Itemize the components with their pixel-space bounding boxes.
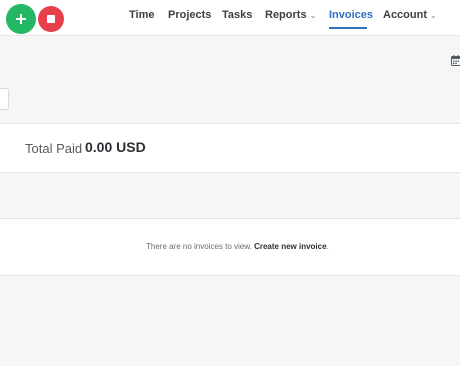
invoice-list-empty-state: There are no invoices to view. Create ne…	[0, 219, 460, 276]
chevron-down-icon: ⌄	[430, 11, 437, 20]
create-invoice-link[interactable]: Create new invoice	[254, 242, 326, 251]
nav-item-tasks[interactable]: Tasks	[222, 9, 252, 21]
total-paid-label: Total Paid	[25, 141, 83, 156]
nav-item-account[interactable]: Account ⌄	[383, 9, 437, 21]
active-tab-indicator	[329, 27, 367, 29]
nav-label: Invoices	[329, 9, 374, 21]
nav-label: Projects	[168, 9, 212, 21]
invoice-filter-row	[0, 173, 460, 219]
total-paid-value: 0.00 USD	[85, 139, 146, 155]
nav-label: Reports	[265, 9, 307, 21]
top-nav-bar: Time Projects Tasks Reports ⌄ Invoices Ac…	[0, 0, 460, 36]
stop-icon	[47, 15, 55, 23]
plus-icon	[16, 14, 26, 24]
nav-item-reports[interactable]: Reports ⌄	[265, 9, 316, 21]
date-range-selector[interactable]	[0, 88, 9, 110]
nav-label: Account	[383, 9, 427, 21]
invoice-summary-bar: D Total Paid 0.00 USD	[0, 123, 460, 173]
add-timer-button[interactable]	[6, 4, 36, 34]
chevron-down-icon: ⌄	[309, 11, 317, 20]
empty-state-message: There are no invoices to view. Create ne…	[146, 242, 329, 251]
nav-item-invoices[interactable]: Invoices	[329, 9, 373, 21]
nav-label: Tasks	[222, 9, 253, 21]
empty-state-suffix: .	[326, 242, 329, 251]
empty-state-text: There are no invoices to view.	[146, 242, 252, 251]
stop-timer-button[interactable]	[38, 6, 64, 32]
nav-label: Time	[129, 9, 155, 21]
calendar-icon[interactable]	[451, 55, 460, 66]
nav-item-projects[interactable]: Projects	[168, 9, 211, 21]
nav-item-time[interactable]: Time	[129, 9, 154, 21]
